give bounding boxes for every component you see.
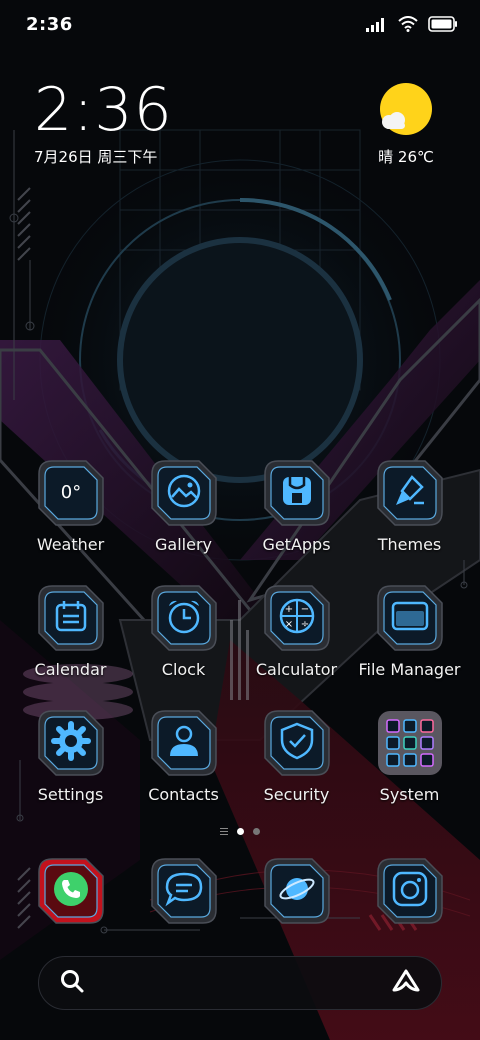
app-gallery[interactable]: Gallery <box>127 460 240 560</box>
weather-text: 晴 26℃ <box>378 148 434 166</box>
status-time: 2:36 <box>26 14 73 35</box>
app-calculator[interactable]: + − × ÷ Calculator <box>240 585 353 685</box>
app-security[interactable]: Security <box>240 710 353 810</box>
app-label: Calendar <box>34 660 107 679</box>
search-bar[interactable] <box>38 956 442 1010</box>
gallery-icon <box>150 460 217 526</box>
calendar-icon <box>37 585 104 651</box>
app-system[interactable]: System <box>353 710 466 810</box>
phone-icon <box>37 858 104 924</box>
alarm-clock-icon <box>150 585 217 651</box>
app-label: File Manager <box>358 660 461 679</box>
app-themes[interactable]: Themes <box>353 460 466 560</box>
app-calendar[interactable]: Calendar <box>14 585 127 685</box>
wifi-icon <box>398 16 418 36</box>
search-icon <box>59 968 85 998</box>
app-settings[interactable]: Settings <box>14 710 127 810</box>
page-dot-active <box>237 828 244 835</box>
app-grid: 0° Weather Gallery GetApps Themes Calendar Clo… <box>14 460 466 810</box>
gear-icon <box>37 710 104 776</box>
status-bar: 2:36 <box>0 0 480 50</box>
dock-phone[interactable] <box>14 858 127 934</box>
clock-widget[interactable]: 2:36 7月26日 周三下午 <box>34 78 173 167</box>
signal-icon <box>366 17 388 36</box>
app-file-manager[interactable]: File Manager <box>353 585 466 685</box>
app-contacts[interactable]: Contacts <box>127 710 240 810</box>
status-icons <box>366 16 458 36</box>
message-bubble-icon <box>150 858 217 924</box>
assistant-icon[interactable] <box>391 968 421 998</box>
svg-text:0°: 0° <box>60 482 80 503</box>
app-label: Calculator <box>255 660 338 679</box>
app-label: Clock <box>161 660 206 679</box>
svg-text:−: − <box>300 604 308 615</box>
svg-text:+: + <box>284 604 292 615</box>
calculator-icon: + − × ÷ <box>263 585 330 651</box>
app-label: Weather <box>36 535 105 554</box>
sunny-icon <box>379 82 433 136</box>
page-menu-icon <box>220 828 228 835</box>
dock-camera[interactable] <box>353 858 466 934</box>
svg-text:÷: ÷ <box>300 619 308 630</box>
app-label: Contacts <box>148 785 219 804</box>
folder-icon <box>376 585 443 651</box>
dock-browser-planet[interactable] <box>240 858 353 934</box>
page-indicator[interactable] <box>0 828 480 835</box>
weather-widget[interactable]: 晴 26℃ <box>366 82 446 167</box>
app-label: GetApps <box>262 535 331 554</box>
widget-date: 7月26日 周三下午 <box>34 148 158 166</box>
paint-brush-icon <box>376 460 443 526</box>
person-icon <box>150 710 217 776</box>
browser-planet-icon <box>263 858 330 924</box>
camera-icon <box>376 858 443 924</box>
temperature-icon: 0° <box>37 460 104 526</box>
app-label: Gallery <box>155 535 212 554</box>
app-folder-icon <box>377 710 443 776</box>
app-clock[interactable]: Clock <box>127 585 240 685</box>
app-weather[interactable]: 0° Weather <box>14 460 127 560</box>
dock <box>14 858 466 934</box>
svg-text:×: × <box>284 619 292 630</box>
shield-check-icon <box>263 710 330 776</box>
battery-icon <box>428 16 458 36</box>
app-label: System <box>379 785 440 804</box>
app-label: Security <box>263 785 330 804</box>
page-dot <box>253 828 260 835</box>
dock-message-bubble[interactable] <box>127 858 240 934</box>
app-getapps[interactable]: GetApps <box>240 460 353 560</box>
store-bag-icon <box>263 460 330 526</box>
widget-time: 2:36 <box>34 75 173 145</box>
app-label: Settings <box>37 785 104 804</box>
app-label: Themes <box>377 535 442 554</box>
